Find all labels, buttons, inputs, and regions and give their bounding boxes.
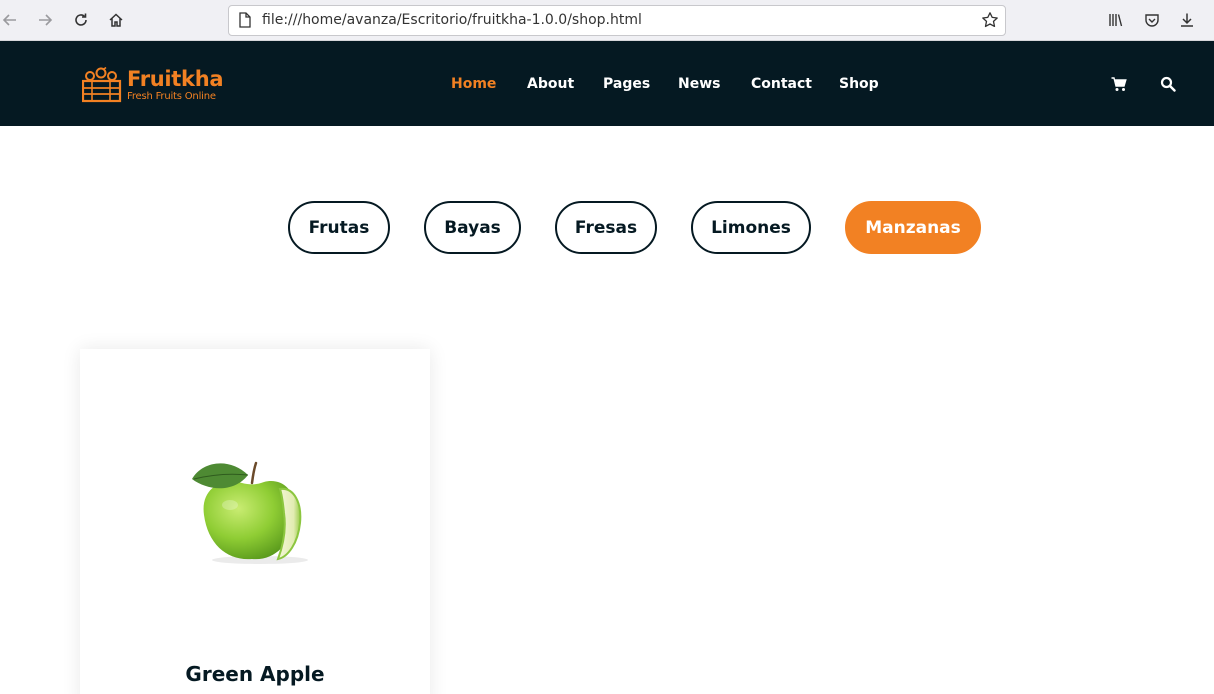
nav-home[interactable]: Home [451,76,496,92]
logo[interactable]: Fruitkha Fresh Fruits Online [81,66,232,103]
filter-frutas[interactable]: Frutas [288,201,390,254]
forward-icon[interactable] [33,8,57,32]
cart-icon[interactable] [1111,76,1127,96]
reload-icon[interactable] [69,8,93,32]
nav-contact[interactable]: Contact [751,76,812,92]
nav-news[interactable]: News [678,76,720,92]
logo-subtitle: Fresh Fruits Online [127,91,216,102]
nav-shop[interactable]: Shop [839,76,879,92]
page-icon [238,12,252,32]
url-text: file:///home/avanza/Escritorio/fruitkha-… [262,12,642,28]
nav-pages[interactable]: Pages [603,76,650,92]
pocket-icon[interactable] [1140,8,1164,32]
browser-toolbar: file:///home/avanza/Escritorio/fruitkha-… [0,0,1214,41]
search-icon[interactable] [1160,76,1176,96]
download-icon[interactable] [1175,8,1199,32]
product-name[interactable]: Green Apple [80,662,430,686]
site-header: Fruitkha Fresh Fruits Online Home About … [0,41,1214,126]
logo-title: Fruitkha [127,67,224,91]
bookmark-star-icon[interactable] [981,11,999,33]
home-icon[interactable] [104,8,128,32]
library-icon[interactable] [1104,8,1128,32]
address-bar[interactable]: file:///home/avanza/Escritorio/fruitkha-… [228,5,1006,36]
product-card[interactable]: Green Apple [80,349,430,694]
nav-about[interactable]: About [527,76,574,92]
back-icon[interactable] [0,8,22,32]
green-apple-image[interactable] [190,457,322,567]
filter-bayas[interactable]: Bayas [424,201,521,254]
filter-fresas[interactable]: Fresas [555,201,657,254]
filter-limones[interactable]: Limones [691,201,811,254]
filter-manzanas[interactable]: Manzanas [845,201,981,254]
fruit-basket-icon [81,66,122,107]
